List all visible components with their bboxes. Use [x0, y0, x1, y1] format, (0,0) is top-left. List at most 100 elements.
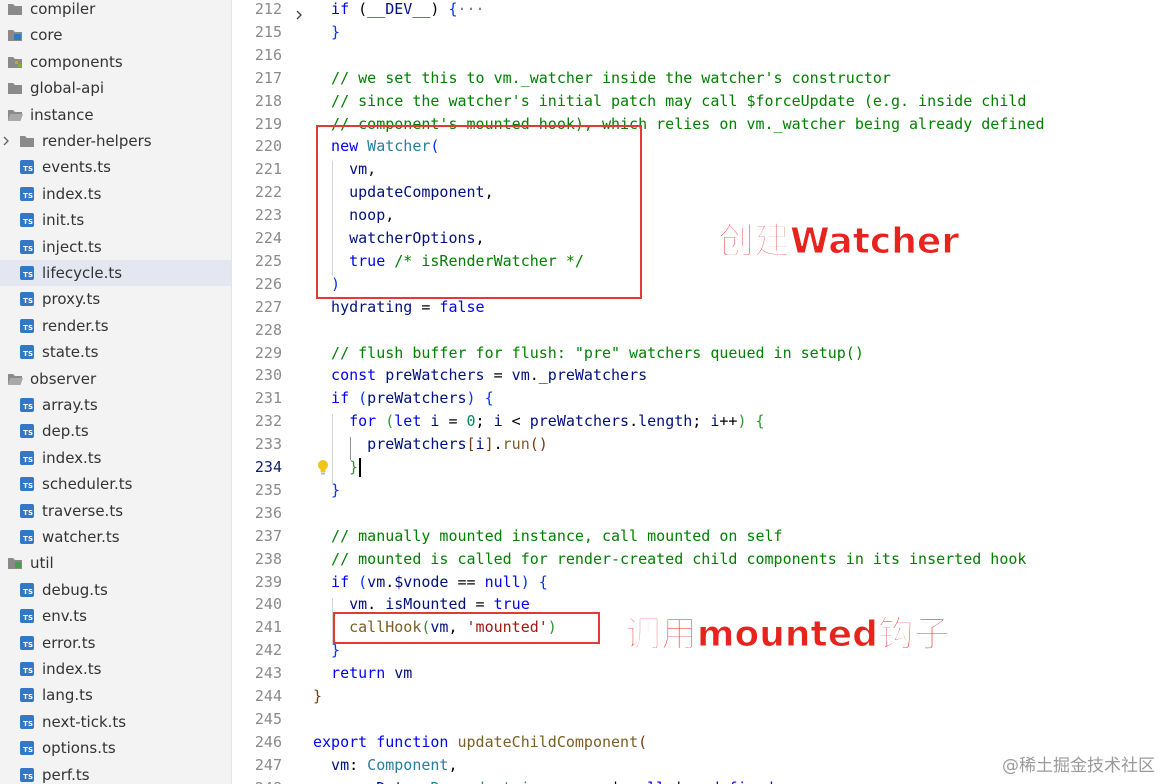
explorer-file-events-ts[interactable]: TS events.ts [0, 154, 231, 180]
explorer-file-env-ts[interactable]: TS env.ts [0, 603, 231, 629]
explorer-file-state-ts[interactable]: TS state.ts [0, 339, 231, 365]
typescript-file-icon: TS [19, 186, 35, 202]
line-number: 223 [254, 206, 282, 225]
explorer-file-dep-ts[interactable]: TS dep.ts [0, 418, 231, 444]
code-token: , [548, 779, 566, 784]
fold-chevron-icon[interactable] [294, 4, 304, 20]
code-text: const preWatchers = vm._preWatchers [331, 364, 647, 387]
code-token: Record [430, 779, 484, 784]
typescript-file-icon: TS [19, 423, 35, 439]
explorer-file-watcher-ts[interactable]: TS watcher.ts [0, 524, 231, 550]
explorer-file-perf-ts[interactable]: TS perf.ts [0, 762, 231, 784]
explorer-folder-util[interactable]: util [0, 550, 231, 576]
explorer-folder-compiler[interactable]: compiler [0, 0, 231, 22]
code-token: _isMounted [376, 595, 467, 614]
code-token: undefined [692, 779, 773, 784]
explorer-file-lifecycle-ts[interactable]: TS lifecycle.ts [0, 260, 231, 286]
code-editor[interactable]: 248propsData: Record<string, any> | null… [232, 0, 1167, 784]
code-token: run [502, 435, 530, 454]
explorer-file-index-ts[interactable]: TS index.ts [0, 656, 231, 682]
code-line-218[interactable]: 218 // since the watcher's initial patch … [232, 90, 1167, 113]
code-line-243[interactable]: 243 return vm [232, 662, 1167, 685]
explorer-folder-global-api[interactable]: global-api [0, 75, 231, 101]
code-token: preWatchers [367, 389, 467, 408]
explorer-file-init-ts[interactable]: TS init.ts [0, 207, 231, 233]
lightbulb-icon[interactable] [316, 459, 330, 476]
explorer-file-next-tick-ts[interactable]: TS next-tick.ts [0, 709, 231, 735]
code-line-228[interactable]: 228 [232, 319, 1167, 342]
code-line-217[interactable]: 217 // we set this to vm._watcher inside … [232, 67, 1167, 90]
code-token: ] [484, 435, 494, 454]
explorer-file-options-ts[interactable]: TS options.ts [0, 735, 231, 761]
explorer-file-index-ts[interactable]: TS index.ts [0, 445, 231, 471]
explorer-file-render-ts[interactable]: TS render.ts [0, 313, 231, 339]
code-token: ··· [457, 0, 485, 18]
code-token: // mounted is called for render-created … [331, 549, 1027, 568]
code-line-244[interactable]: 244} [232, 685, 1167, 708]
code-token: preWatchers [367, 435, 467, 454]
code-text: // mounted is called for render-created … [331, 548, 1026, 571]
explorer-item-label: compiler [30, 0, 96, 18]
typescript-file-icon: TS [19, 476, 35, 492]
explorer-item-label: next-tick.ts [42, 712, 127, 731]
code-line-215[interactable]: 215} [232, 21, 1167, 44]
code-line-212[interactable]: 212 if (__DEV__) {··· [232, 0, 1167, 21]
explorer-file-proxy-ts[interactable]: TS proxy.ts [0, 286, 231, 312]
code-token: ( [358, 572, 368, 591]
code-line-235[interactable]: 235} [232, 479, 1167, 502]
explorer-item-label: debug.ts [42, 580, 108, 599]
code-line-232[interactable]: 232 for (let i = 0; i < preWatchers.lengt… [232, 410, 1167, 433]
folder-open-icon [7, 107, 23, 123]
code-token: for [349, 412, 377, 431]
typescript-file-icon: TS [19, 529, 35, 545]
code-token: [ [466, 435, 476, 454]
code-line-248[interactable]: 248 propsData: Record<string, any> | null… [232, 777, 1167, 784]
explorer-folder-observer[interactable]: observer [0, 366, 231, 392]
folder-open-icon [7, 371, 23, 387]
code-line-237[interactable]: 237 // manually mounted instance, call mo… [232, 525, 1167, 548]
code-line-230[interactable]: 230 const preWatchers = vm._preWatchers [232, 364, 1167, 387]
code-line-234[interactable]: 234} [232, 456, 1167, 479]
explorer-file-scheduler-ts[interactable]: TS scheduler.ts [0, 471, 231, 497]
code-line-231[interactable]: 231 if (preWatchers) { [232, 387, 1167, 410]
code-token: vm [331, 755, 350, 774]
code-line-239[interactable]: 239 if (vm.$vnode == null) { [232, 571, 1167, 594]
code-line-229[interactable]: 229 // flush buffer for flush: "pre" watc… [232, 342, 1167, 365]
code-token: : [412, 779, 430, 784]
code-line-236[interactable]: 236 [232, 502, 1167, 525]
code-token: if [331, 572, 350, 591]
code-token: { [484, 389, 494, 408]
code-text: propsData: Record<string, any> | null | … [331, 777, 774, 784]
explorer-file-array-ts[interactable]: TS array.ts [0, 392, 231, 418]
explorer-file-traverse-ts[interactable]: TS traverse.ts [0, 498, 231, 524]
code-line-245[interactable]: 245 [232, 708, 1167, 731]
explorer-item-label: init.ts [42, 211, 85, 230]
code-token: == [448, 572, 485, 591]
line-number: 246 [254, 732, 282, 751]
code-token: vm [394, 664, 413, 683]
code-token: . [493, 435, 503, 454]
code-token: $vnode [394, 572, 449, 591]
watermark: @稀土掘金技术社区 [1002, 756, 1155, 776]
explorer-folder-render-helpers[interactable]: render-helpers [0, 128, 231, 154]
explorer-folder-core[interactable]: core [0, 22, 231, 48]
explorer-item-label: core [30, 26, 63, 45]
code-line-238[interactable]: 238 // mounted is called for render-creat… [232, 548, 1167, 571]
code-token: i [493, 412, 503, 431]
chevron-right-icon[interactable] [1, 136, 11, 146]
explorer-file-index-ts[interactable]: TS index.ts [0, 181, 231, 207]
explorer-file-error-ts[interactable]: TS error.ts [0, 630, 231, 656]
explorer-item-label: error.ts [42, 633, 96, 652]
code-token: } [331, 480, 341, 499]
explorer-file-inject-ts[interactable]: TS inject.ts [0, 234, 231, 260]
code-line-216[interactable]: 216 [232, 44, 1167, 67]
explorer-folder-components[interactable]: components [0, 49, 231, 75]
explorer-file-lang-ts[interactable]: TS lang.ts [0, 682, 231, 708]
explorer-item-label: events.ts [42, 158, 112, 177]
code-line-227[interactable]: 227 hydrating = false [232, 296, 1167, 319]
explorer-folder-instance[interactable]: instance [0, 102, 231, 128]
code-line-233[interactable]: 233 preWatchers[i].run() [232, 433, 1167, 456]
explorer-file-debug-ts[interactable]: TS debug.ts [0, 577, 231, 603]
